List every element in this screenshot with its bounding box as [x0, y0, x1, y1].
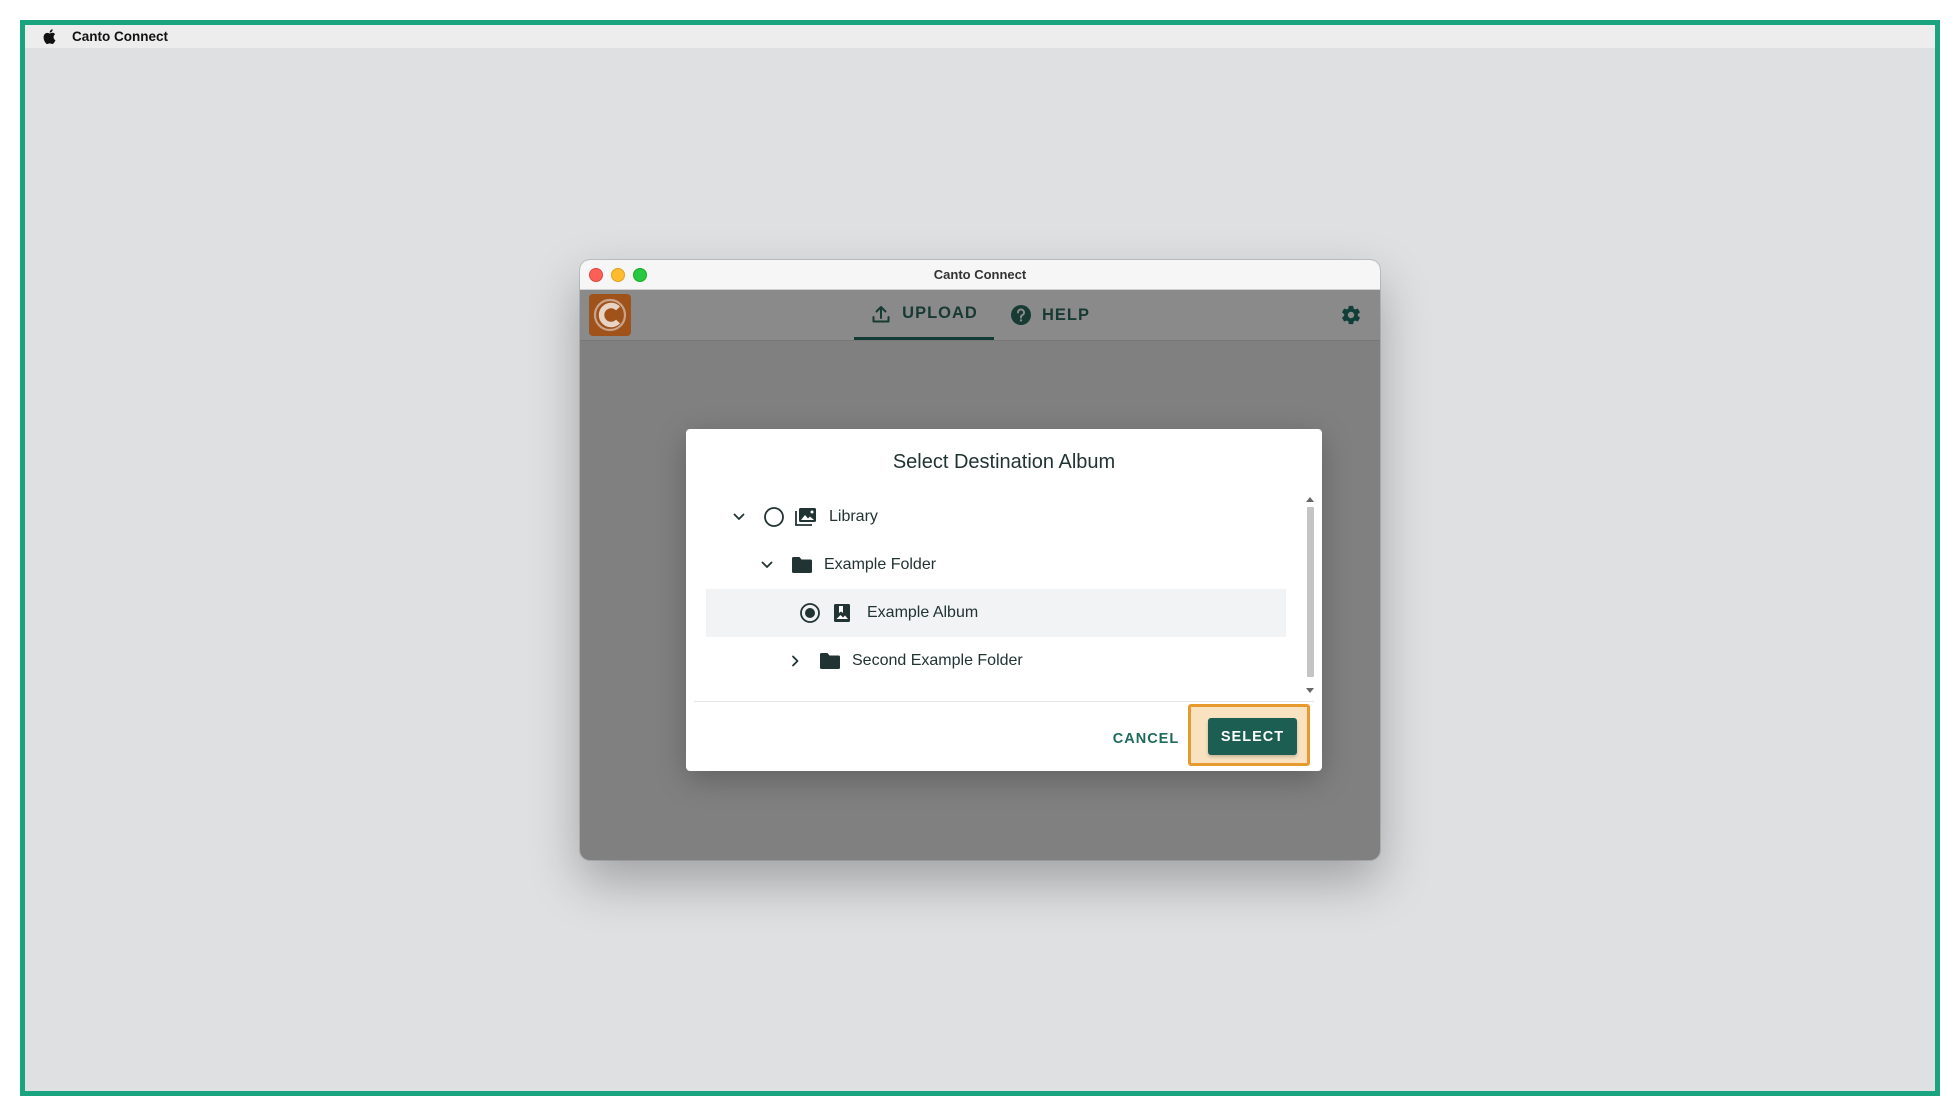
tab-upload[interactable]: UPLOAD: [854, 290, 994, 340]
tree-item-example-folder[interactable]: Example Folder: [706, 541, 1286, 589]
chevron-down-icon[interactable]: [728, 506, 750, 528]
tree-scrollbar[interactable]: [1305, 495, 1316, 695]
dialog-divider: [694, 701, 1314, 702]
folder-icon: [790, 554, 814, 576]
chevron-right-icon[interactable]: [784, 650, 806, 672]
gear-icon: [1342, 305, 1360, 325]
upload-icon: [872, 305, 890, 322]
chevron-down-icon[interactable]: [756, 554, 778, 576]
window-controls: [589, 268, 647, 282]
scroll-thumb[interactable]: [1307, 507, 1314, 677]
scroll-up-arrow[interactable]: [1306, 497, 1314, 502]
window-title: Canto Connect: [933, 267, 1027, 282]
album-icon: [830, 602, 854, 624]
settings-button[interactable]: [1340, 304, 1362, 331]
cancel-button[interactable]: CANCEL: [1108, 721, 1184, 757]
menu-app-name[interactable]: Canto Connect: [72, 29, 168, 44]
zoom-window-button[interactable]: [633, 268, 647, 282]
tree-item-label: Library: [829, 508, 878, 525]
tree-item-label: Example Folder: [824, 556, 937, 573]
radio-example-album[interactable]: [799, 602, 821, 624]
tree-item-example-album[interactable]: Example Album: [706, 589, 1286, 637]
tab-upload-label: UPLOAD: [902, 304, 978, 322]
screen-frame: Canto Connect Canto Connect UPLOAD HELP …: [20, 20, 1940, 1096]
album-tree: Library Example Folder Example Album Sec…: [706, 493, 1286, 693]
minimize-window-button[interactable]: [611, 268, 625, 282]
scroll-down-arrow[interactable]: [1306, 688, 1314, 693]
apple-icon[interactable]: [42, 29, 56, 45]
folder-icon: [818, 650, 842, 672]
desktop: Canto Connect Canto Connect UPLOAD HELP …: [25, 25, 1935, 1091]
select-destination-dialog: Select Destination Album Library Example…: [686, 429, 1322, 771]
library-icon: [794, 506, 818, 528]
app-toolbar: UPLOAD HELP: [580, 290, 1380, 341]
close-window-button[interactable]: [589, 268, 603, 282]
help-icon: [1011, 305, 1031, 325]
canto-logo-icon: [589, 294, 631, 336]
tab-help-label: HELP: [1042, 305, 1091, 324]
radio-library[interactable]: [763, 506, 785, 528]
dialog-title: Select Destination Album: [892, 451, 1116, 473]
window-titlebar: Canto Connect: [580, 260, 1380, 290]
menu-bar: Canto Connect: [25, 25, 1935, 48]
tree-item-label: Second Example Folder: [852, 652, 1023, 669]
tab-help[interactable]: HELP: [1010, 290, 1090, 340]
select-button[interactable]: SELECT: [1208, 718, 1297, 755]
tree-item-label: Example Album: [867, 604, 979, 621]
tree-item-library[interactable]: Library: [706, 493, 1286, 541]
tree-item-second-example-folder[interactable]: Second Example Folder: [706, 637, 1286, 685]
